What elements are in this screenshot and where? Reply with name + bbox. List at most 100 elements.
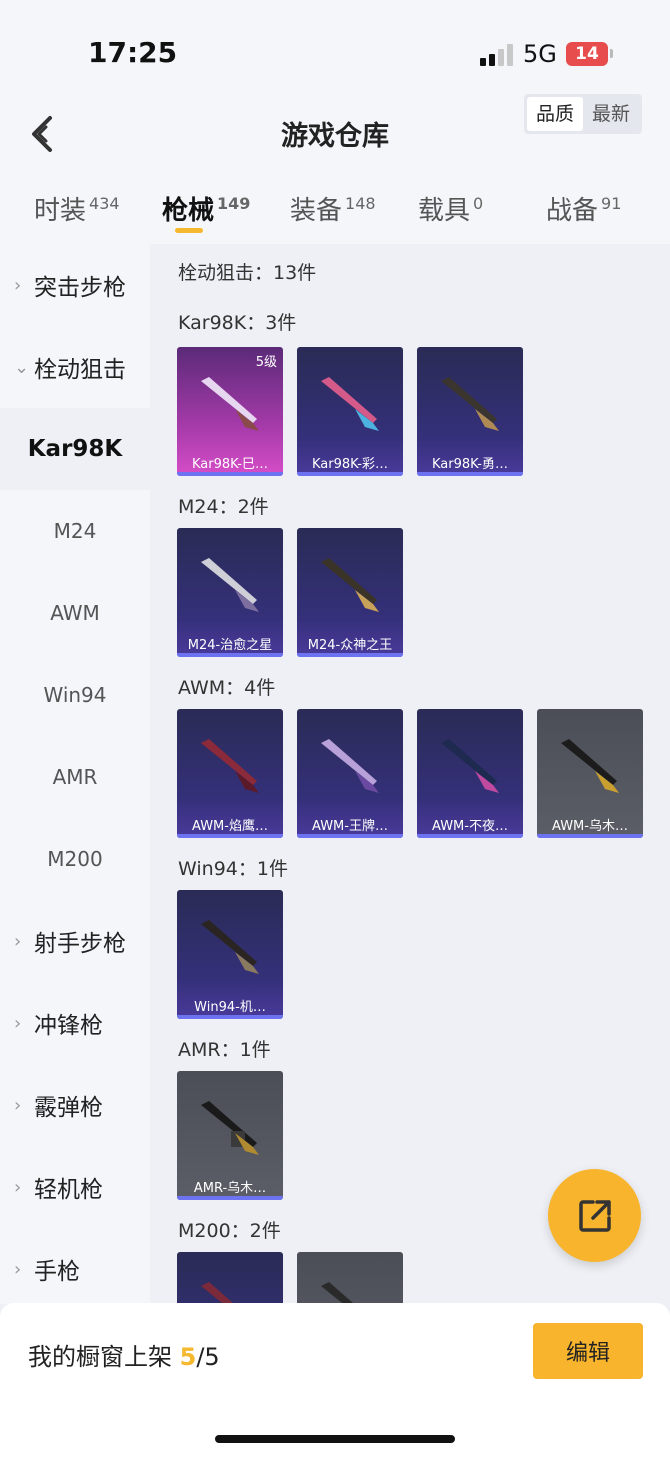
item-card[interactable]: Kar98K-彩… (297, 347, 403, 476)
item-card[interactable]: AWM-乌木… (537, 709, 643, 838)
category-tabs: 时装 434 枪械 149 装备 148 载具 0 战备 91 (0, 170, 670, 244)
sidebar: › 突击步枪 ⌄ 栓动狙击 Kar98K M24 AWM Win94 AMR M20… (0, 244, 150, 1304)
group-label-m200: M200：2件 (178, 1220, 281, 1242)
sidebar-item-label: 栓动狙击 (34, 357, 126, 383)
rarity-bar (177, 472, 283, 476)
chevron-right-icon: › (14, 930, 22, 952)
item-card[interactable]: AWM-不夜… (417, 709, 523, 838)
sidebar-item-win94[interactable]: Win94 (0, 654, 150, 736)
group-label-amr: AMR：1件 (178, 1039, 271, 1061)
sidebar-item-m24[interactable]: M24 (0, 490, 150, 572)
item-card[interactable]: AMR-乌木… (177, 1071, 283, 1200)
sidebar-item-label: 射手步枪 (34, 931, 126, 957)
chevron-right-icon: › (14, 1094, 22, 1116)
tab-label: 载具 (418, 196, 471, 226)
sidebar-item-marksman[interactable]: › 射手步枪 (0, 900, 150, 982)
warehouse-page: 17:25 5G 14 游戏仓库 品质 最新 时装 434 枪械 149 装备 148… (0, 0, 670, 1457)
group-label-awm: AWM：4件 (178, 677, 276, 699)
bottom-bar: 我的橱窗上架 5/5 编辑 (0, 1303, 670, 1457)
item-name: AWM-王牌… (312, 819, 388, 834)
rarity-bar (177, 834, 283, 838)
rarity-bar (297, 653, 403, 657)
edit-button[interactable]: 编辑 (533, 1323, 643, 1379)
sniper-rifle-icon (441, 739, 499, 793)
item-card[interactable]: 5级 Kar98K-巳… (177, 347, 283, 476)
chevron-right-icon: › (14, 1176, 22, 1198)
item-name: AMR-乌木… (193, 1181, 267, 1196)
sniper-rifle-icon (441, 377, 499, 431)
tab-count: 149 (217, 194, 251, 213)
item-name: Kar98K-勇… (431, 457, 508, 472)
item-card[interactable] (297, 1252, 403, 1304)
sidebar-item-m200[interactable]: M200 (0, 818, 150, 900)
sniper-rifle-icon (321, 377, 379, 431)
sniper-rifle-icon (201, 920, 259, 974)
sniper-rifle-icon (321, 558, 379, 612)
category-summary: 栓动狙击：13件 (178, 262, 317, 284)
item-card[interactable] (177, 1252, 283, 1304)
share-button[interactable] (548, 1169, 641, 1262)
tab-label: 装备 (290, 196, 343, 226)
tab-vehicles[interactable]: 载具 0 (418, 190, 483, 227)
sniper-rifle-icon (201, 558, 259, 612)
rarity-bar (537, 834, 643, 838)
sniper-rifle-icon (201, 1282, 235, 1304)
chevron-right-icon: › (14, 1012, 22, 1034)
item-card[interactable]: Win94-机… (177, 890, 283, 1019)
sidebar-item-lmg[interactable]: › 轻机枪 (0, 1146, 150, 1228)
sidebar-item-label: 轻机枪 (34, 1177, 103, 1203)
item-name: M24-众神之王 (307, 638, 393, 653)
item-card[interactable]: AWM-焰鹰… (177, 709, 283, 838)
status-bar: 17:25 5G 14 (0, 0, 670, 100)
tab-label: 战备 (546, 196, 599, 226)
home-indicator (215, 1435, 455, 1443)
share-external-icon (578, 1199, 611, 1232)
sort-newest-button[interactable]: 最新 (583, 97, 639, 131)
tab-count: 434 (89, 194, 120, 213)
item-name: AWM-乌木… (552, 819, 628, 834)
battery-cap (610, 49, 613, 58)
tab-supplies[interactable]: 战备 91 (546, 190, 621, 227)
battery-icon: 14 (566, 42, 608, 66)
rarity-bar (297, 472, 403, 476)
sidebar-item-label: 手枪 (34, 1259, 80, 1285)
group-label-win94: Win94：1件 (178, 858, 288, 880)
sidebar-item-label: 霰弹枪 (34, 1095, 103, 1121)
sidebar-item-kar98k[interactable]: Kar98K (0, 408, 150, 490)
status-time: 17:25 (88, 36, 178, 69)
sniper-rifle-icon (321, 1282, 355, 1304)
sniper-rifle-icon (201, 739, 259, 793)
tab-label: 时装 (34, 196, 87, 226)
sidebar-item-smg[interactable]: › 冲锋枪 (0, 982, 150, 1064)
item-name: Kar98K-彩… (311, 457, 388, 472)
sidebar-item-amr[interactable]: AMR (0, 736, 150, 818)
tab-count: 91 (601, 194, 622, 213)
group-label-m24: M24：2件 (178, 496, 269, 518)
chevron-right-icon: › (14, 1258, 22, 1280)
sidebar-item-pistol[interactable]: › 手枪 (0, 1228, 150, 1310)
rarity-bar (417, 472, 523, 476)
tab-equipment[interactable]: 装备 148 (290, 190, 376, 227)
sidebar-item-assault[interactable]: › 突击步枪 (0, 244, 150, 326)
item-list: 栓动狙击：13件 Kar98K：3件 5级 Kar98K-巳… Kar98K-彩… (150, 244, 670, 1304)
item-card[interactable]: AWM-王牌… (297, 709, 403, 838)
sort-quality-button[interactable]: 品质 (527, 97, 583, 131)
item-card[interactable]: M24-治愈之星 (177, 528, 283, 657)
sidebar-item-bolt[interactable]: ⌄ 栓动狙击 (0, 326, 150, 408)
tab-guns[interactable]: 枪械 149 (162, 190, 250, 227)
signal-icon (480, 44, 514, 66)
header: 游戏仓库 品质 最新 (0, 94, 670, 170)
item-card[interactable]: Kar98K-勇… (417, 347, 523, 476)
item-name: Kar98K-巳… (191, 457, 268, 472)
sidebar-item-awm[interactable]: AWM (0, 572, 150, 654)
tab-outfits[interactable]: 时装 434 (34, 190, 120, 227)
item-card[interactable]: M24-众神之王 (297, 528, 403, 657)
rarity-bar (417, 834, 523, 838)
chevron-down-icon: ⌄ (14, 356, 30, 378)
item-name: M24-治愈之星 (187, 638, 273, 653)
rarity-bar (177, 1196, 283, 1200)
sidebar-item-shotgun[interactable]: › 霰弹枪 (0, 1064, 150, 1146)
chevron-right-icon: › (14, 274, 22, 296)
showcase-label: 我的橱窗上架 (28, 1343, 172, 1371)
tab-count: 0 (473, 194, 484, 213)
